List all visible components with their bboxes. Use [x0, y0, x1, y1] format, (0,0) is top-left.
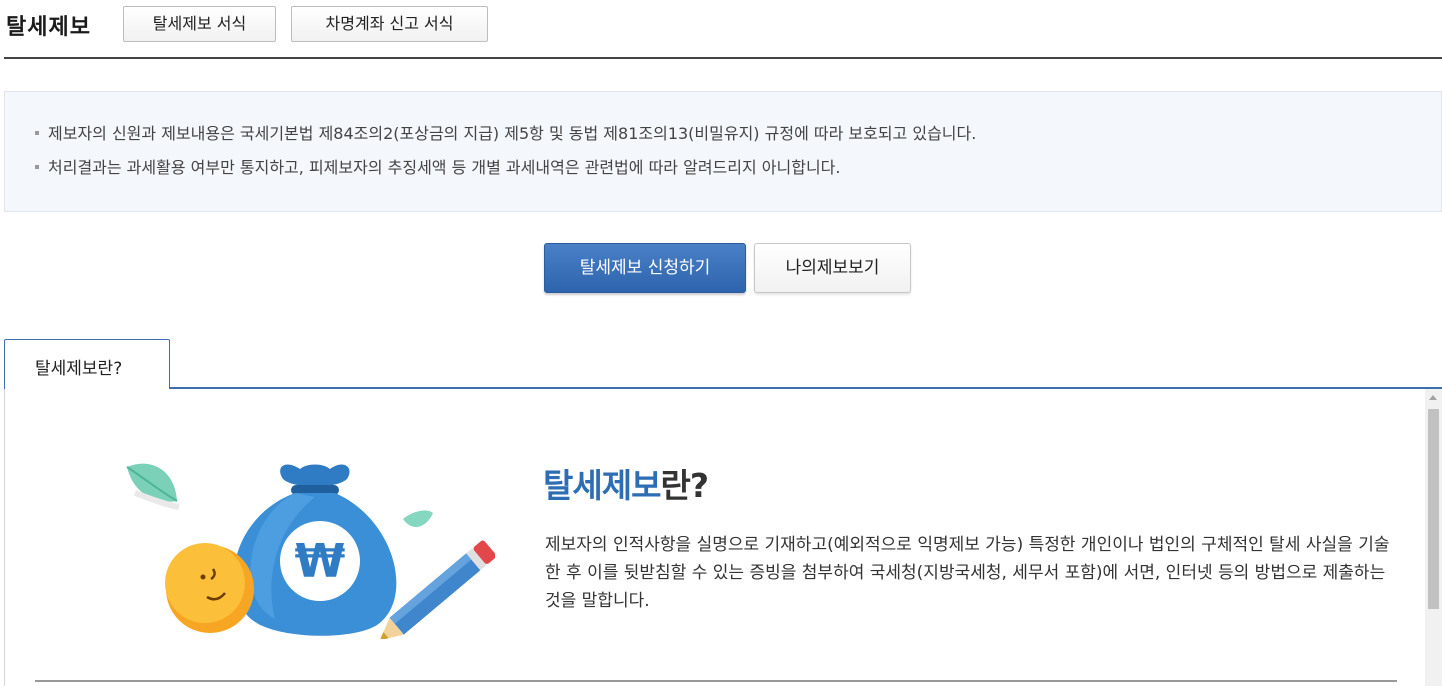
notice-item: 제보자의 신원과 제보내용은 국세기본법 제84조의2(포상금의 지급) 제5항… [35, 120, 976, 144]
svg-text:₩: ₩ [295, 534, 346, 588]
header-divider [4, 57, 1442, 59]
section-divider [35, 680, 1397, 682]
notice-item: 처리결과는 과세활용 여부만 통지하고, 피제보자의 추징세액 등 개별 과세내… [35, 154, 841, 178]
section-title: 탈세제보란? [543, 466, 709, 505]
scroll-thumb[interactable] [1428, 409, 1439, 609]
tab-content-panel: ₩ 탈세제보란? 제보자의 인적사항을 실명으로 기재하고(예외적으로 익명제보… [4, 389, 1442, 686]
scroll-up-arrow-icon[interactable] [1429, 395, 1437, 400]
won-sign-icon: ₩ [280, 521, 360, 601]
tax-evasion-form-button[interactable]: 탈세제보 서식 [123, 6, 276, 42]
my-reports-button[interactable]: 나의제보보기 [754, 243, 911, 293]
vertical-scrollbar[interactable] [1425, 389, 1442, 686]
tab-active-indicator [35, 388, 143, 390]
page-title: 탈세제보 [6, 15, 91, 40]
tab-label: 탈세제보란? [35, 359, 123, 379]
bullet-icon [35, 164, 39, 169]
apply-report-button[interactable]: 탈세제보 신청하기 [544, 243, 746, 293]
page-header: 탈세제보 탈세제보 서식 차명계좌 신고 서식 [0, 0, 1442, 60]
leaf-icon [403, 510, 433, 527]
notice-box: 제보자의 신원과 제보내용은 국세기본법 제84조의2(포상금의 지급) 제5항… [4, 91, 1442, 212]
illustration: ₩ [115, 449, 496, 641]
tab-what-is-tax-report[interactable]: 탈세제보란? [4, 339, 170, 390]
description-text: 제보자의 인적사항을 실명으로 기재하고(예외적으로 익명제보 가능) 특정한 … [545, 535, 1390, 611]
borrowed-account-form-button[interactable]: 차명계좌 신고 서식 [291, 6, 488, 42]
bullet-icon [35, 130, 39, 135]
leaf-icon [126, 463, 180, 510]
